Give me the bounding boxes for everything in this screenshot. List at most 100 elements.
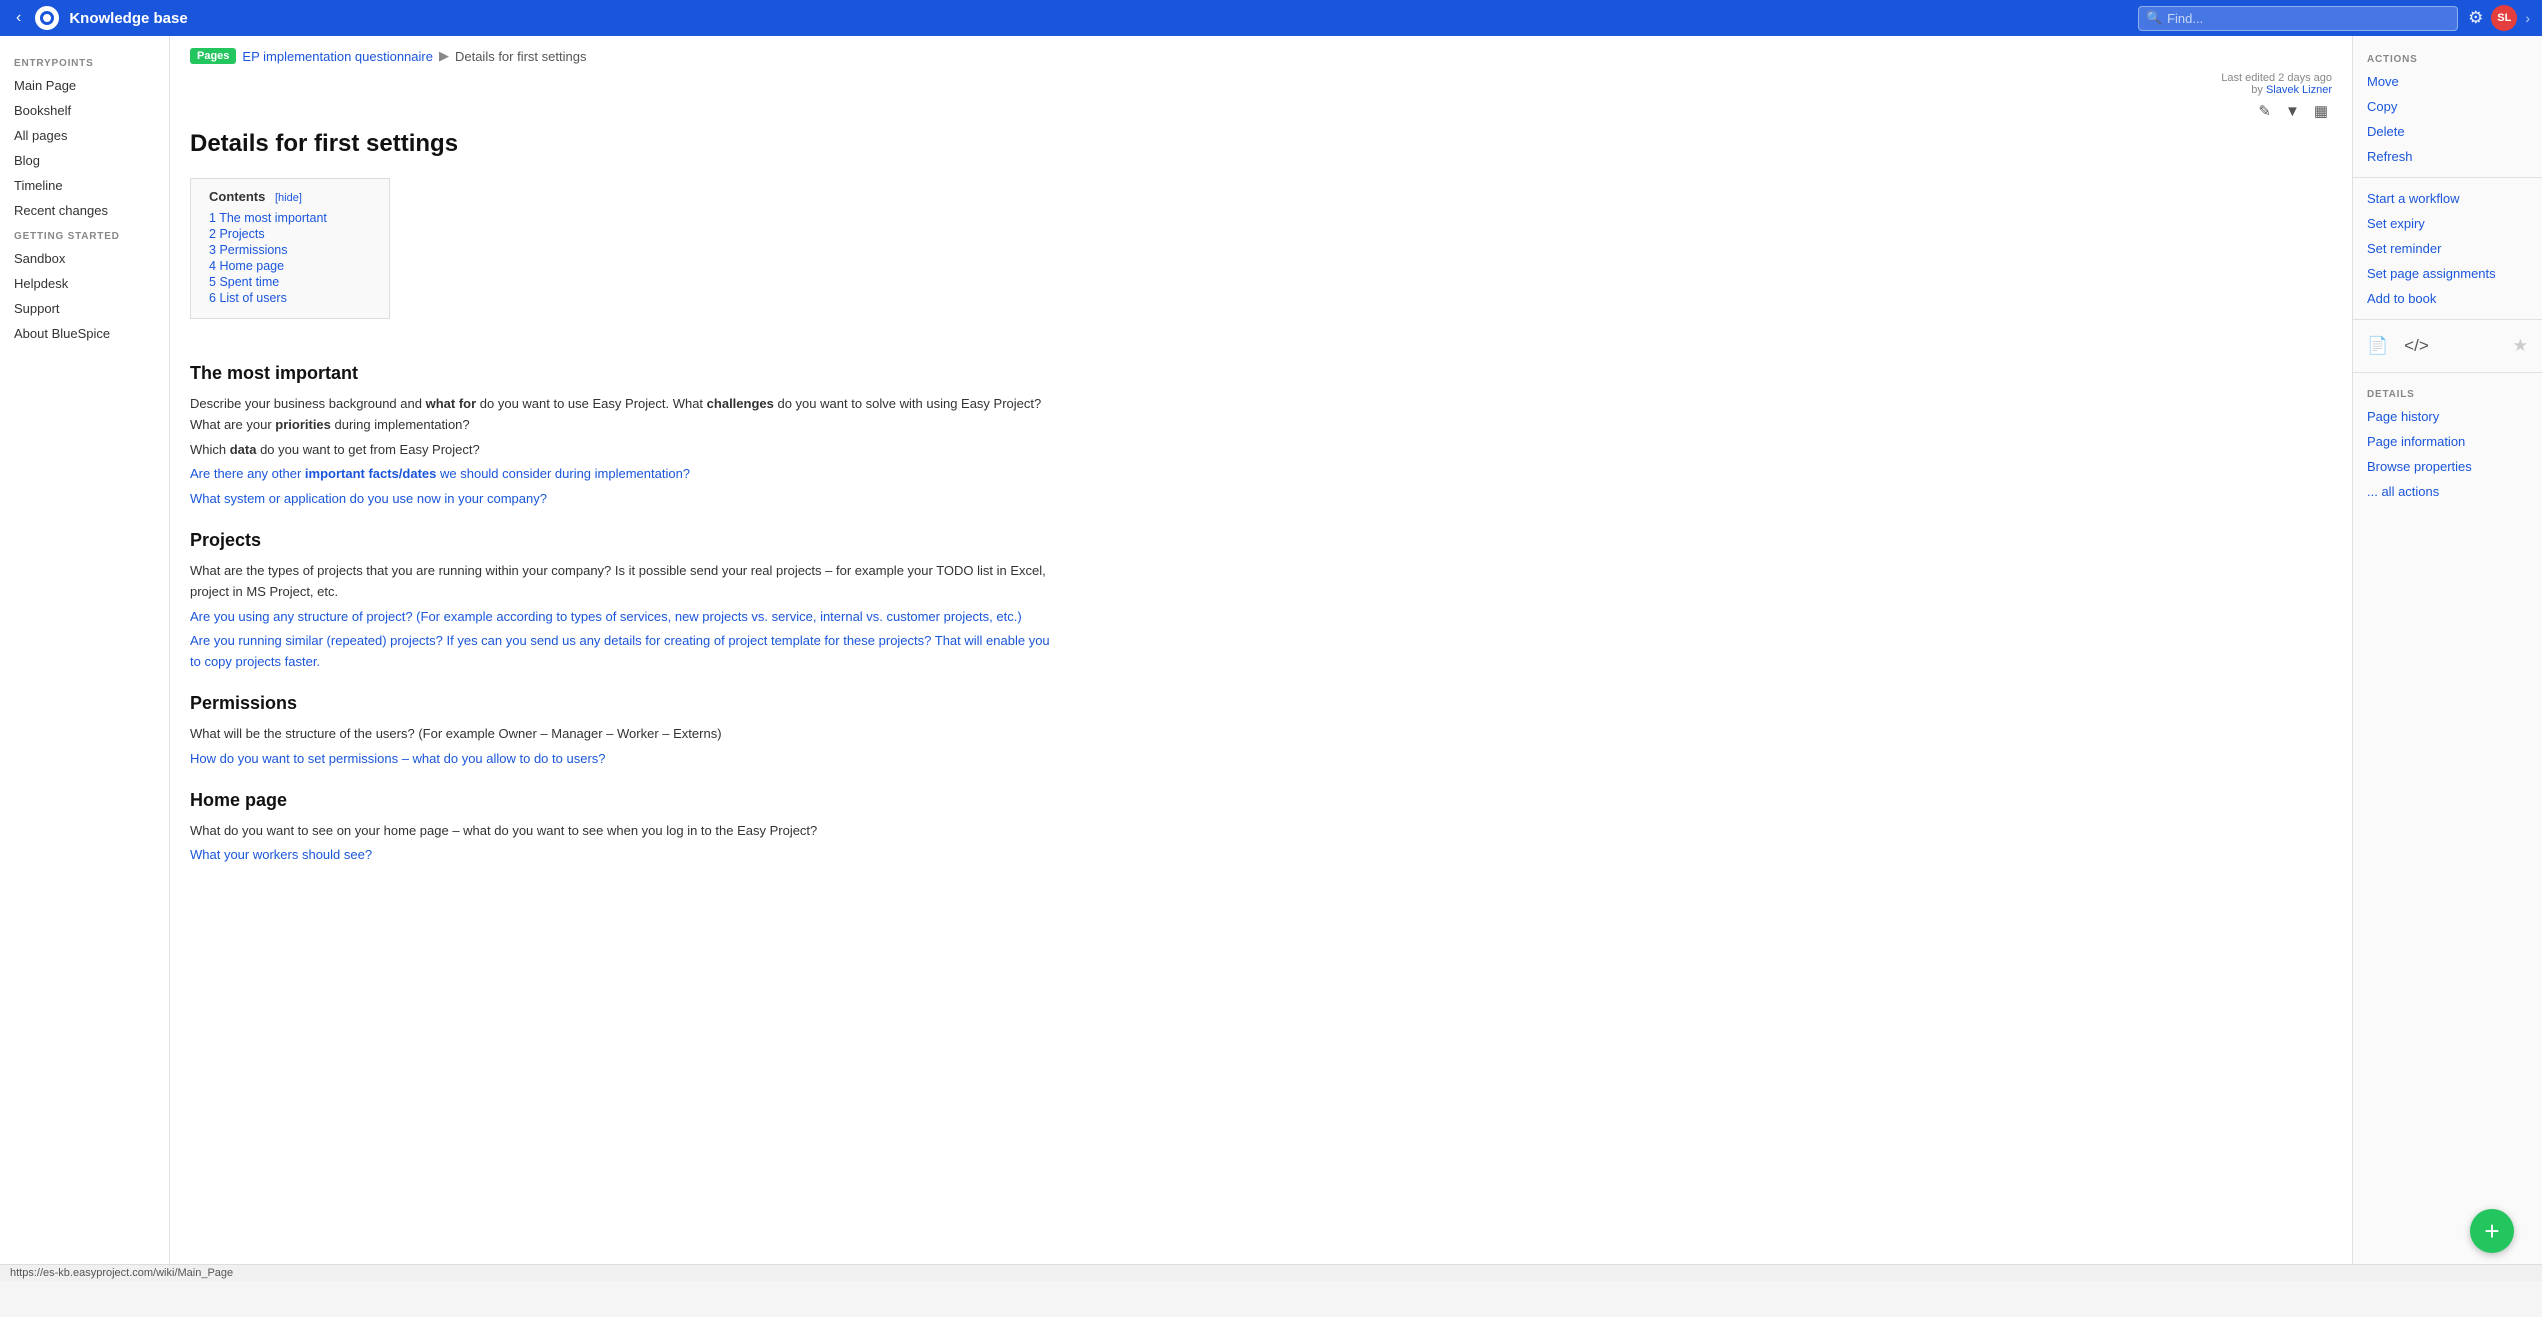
breadcrumb: Pages EP implementation questionnaire ▶ … [170, 36, 2352, 64]
detail-page-history[interactable]: Page history [2353, 404, 2542, 429]
sidebar-item-recent-changes[interactable]: Recent changes [0, 198, 169, 223]
breadcrumb-separator: ▶ [439, 48, 449, 64]
action-copy[interactable]: Copy [2353, 94, 2542, 119]
page-header-area: Last edited 2 days ago by Slavek Lizner … [170, 64, 2352, 122]
section-1-para-3: Are there any other important facts/date… [190, 464, 1050, 485]
toc-item-6: 6 List of users [209, 290, 371, 306]
toc-link-5[interactable]: 5 Spent time [209, 275, 279, 289]
toc-box: Contents [hide] 1 The most important 2 P… [190, 178, 390, 319]
internal-link[interactable]: internal vs. customer projects [820, 609, 989, 624]
nav-logo-inner [40, 11, 54, 25]
toc-item-3: 3 Permissions [209, 242, 371, 258]
action-add-to-book[interactable]: Add to book [2353, 286, 2542, 311]
right-panel: ACTIONS Move Copy Delete Refresh Start a… [2352, 36, 2542, 1281]
page-meta-edited: Last edited 2 days ago by Slavek Lizner [2221, 72, 2332, 96]
section-heading-2: Projects [190, 530, 1050, 551]
main-content: Pages EP implementation questionnaire ▶ … [170, 36, 2352, 1281]
detail-all-actions[interactable]: ... all actions [2353, 479, 2542, 504]
nav-logo [35, 6, 59, 30]
detail-page-information[interactable]: Page information [2353, 429, 2542, 454]
action-start-workflow[interactable]: Start a workflow [2353, 186, 2542, 211]
nav-search-input[interactable] [2138, 6, 2458, 31]
rp-divider-1 [2353, 177, 2542, 178]
star-icon[interactable]: ★ [2513, 336, 2528, 356]
action-set-reminder[interactable]: Set reminder [2353, 236, 2542, 261]
toc-link-2[interactable]: 2 Projects [209, 227, 265, 241]
dropdown-icon[interactable]: ▼ [2281, 101, 2304, 122]
rp-divider-3 [2353, 372, 2542, 373]
sidebar-item-about-bluespice[interactable]: About BlueSpice [0, 321, 169, 346]
section-heading-1: The most important [190, 363, 1050, 384]
detail-browse-properties[interactable]: Browse properties [2353, 454, 2542, 479]
copy-link-icon[interactable]: ▦ [2310, 100, 2332, 122]
settings-icon[interactable]: ⚙ [2468, 8, 2483, 28]
sidebar-item-blog[interactable]: Blog [0, 148, 169, 173]
action-delete[interactable]: Delete [2353, 119, 2542, 144]
sidebar-item-bookshelf[interactable]: Bookshelf [0, 98, 169, 123]
sidebar-item-support[interactable]: Support [0, 296, 169, 321]
page-meta-edited-text: Last edited 2 days ago [2221, 72, 2332, 84]
sidebar-item-helpdesk[interactable]: Helpdesk [0, 271, 169, 296]
sidebar-item-all-pages[interactable]: All pages [0, 123, 169, 148]
page-title: Details for first settings [170, 122, 2352, 178]
breadcrumb-current: Details for first settings [455, 49, 587, 64]
search-wrapper: 🔍 [2138, 6, 2458, 31]
section-2-para-2: Are you using any structure of project? … [190, 607, 1050, 628]
section-4-para-2: What your workers should see? [190, 845, 1050, 866]
layout: ENTRYPOINTS Main Page Bookshelf All page… [0, 36, 2542, 1281]
page-body: Contents [hide] 1 The most important 2 P… [170, 178, 1070, 910]
nav-title: Knowledge base [69, 10, 2128, 27]
sidebar-item-sandbox[interactable]: Sandbox [0, 246, 169, 271]
action-set-page-assignments[interactable]: Set page assignments [2353, 261, 2542, 286]
nav-chevron-icon[interactable]: › [2525, 10, 2530, 26]
pages-badge[interactable]: Pages [190, 48, 236, 64]
toc-link-1[interactable]: 1 The most important [209, 211, 327, 225]
action-move[interactable]: Move [2353, 69, 2542, 94]
status-bar: https://es-kb.easyproject.com/wiki/Main_… [0, 1264, 2542, 1281]
search-icon: 🔍 [2146, 10, 2162, 26]
edit-icon[interactable]: ✎ [2254, 100, 2275, 122]
section-2-para-1: What are the types of projects that you … [190, 561, 1050, 603]
page-meta-section: Last edited 2 days ago by Slavek Lizner … [2221, 72, 2332, 122]
section-1-para-4: What system or application do you use no… [190, 489, 1050, 510]
toc-link-3[interactable]: 3 Permissions [209, 243, 288, 257]
toc-hide-button[interactable]: [hide] [275, 192, 302, 204]
toc-item-2: 2 Projects [209, 226, 371, 242]
toc-item-5: 5 Spent time [209, 274, 371, 290]
nav-right-icons: ⚙ SL › [2468, 5, 2530, 31]
section-1-para-1: Describe your business background and wh… [190, 394, 1050, 436]
page-meta-by: by [2251, 84, 2263, 96]
page-meta-author[interactable]: Slavek Lizner [2266, 84, 2332, 96]
section-4-para-1: What do you want to see on your home pag… [190, 821, 1050, 842]
breadcrumb-parent-link[interactable]: EP implementation questionnaire [242, 49, 433, 64]
top-nav: ‹ Knowledge base 🔍 ⚙ SL › [0, 0, 2542, 36]
details-label: DETAILS [2353, 381, 2542, 404]
nav-back-button[interactable]: ‹ [12, 9, 25, 27]
fab-add-button[interactable]: + [2470, 1209, 2514, 1253]
section-heading-3: Permissions [190, 693, 1050, 714]
page-action-icons: ✎ ▼ ▦ [2221, 100, 2332, 122]
toc-list: 1 The most important 2 Projects 3 Permis… [209, 210, 371, 306]
rp-divider-2 [2353, 319, 2542, 320]
section-2-para-3: Are you running similar (repeated) proje… [190, 631, 1050, 673]
sidebar: ENTRYPOINTS Main Page Bookshelf All page… [0, 36, 170, 1281]
sidebar-getting-started-label: GETTING STARTED [0, 223, 169, 246]
status-url: https://es-kb.easyproject.com/wiki/Main_… [10, 1267, 233, 1279]
toc-title: Contents [hide] [209, 189, 371, 204]
action-refresh[interactable]: Refresh [2353, 144, 2542, 169]
section-3-para-1: What will be the structure of the users?… [190, 724, 1050, 745]
page-icon[interactable]: 📄 [2367, 336, 2388, 356]
action-set-expiry[interactable]: Set expiry [2353, 211, 2542, 236]
user-avatar[interactable]: SL [2491, 5, 2517, 31]
toc-link-4[interactable]: 4 Home page [209, 259, 284, 273]
toc-item-4: 4 Home page [209, 258, 371, 274]
rp-icons-row: 📄 </> ★ [2353, 328, 2542, 364]
sidebar-item-main-page[interactable]: Main Page [0, 73, 169, 98]
section-3-para-2: How do you want to set permissions – wha… [190, 749, 1050, 770]
toc-item-1: 1 The most important [209, 210, 371, 226]
toc-link-6[interactable]: 6 List of users [209, 291, 287, 305]
share-icon[interactable]: </> [2404, 336, 2429, 356]
sidebar-item-timeline[interactable]: Timeline [0, 173, 169, 198]
sidebar-entrypoints-label: ENTRYPOINTS [0, 50, 169, 73]
actions-label: ACTIONS [2353, 46, 2542, 69]
